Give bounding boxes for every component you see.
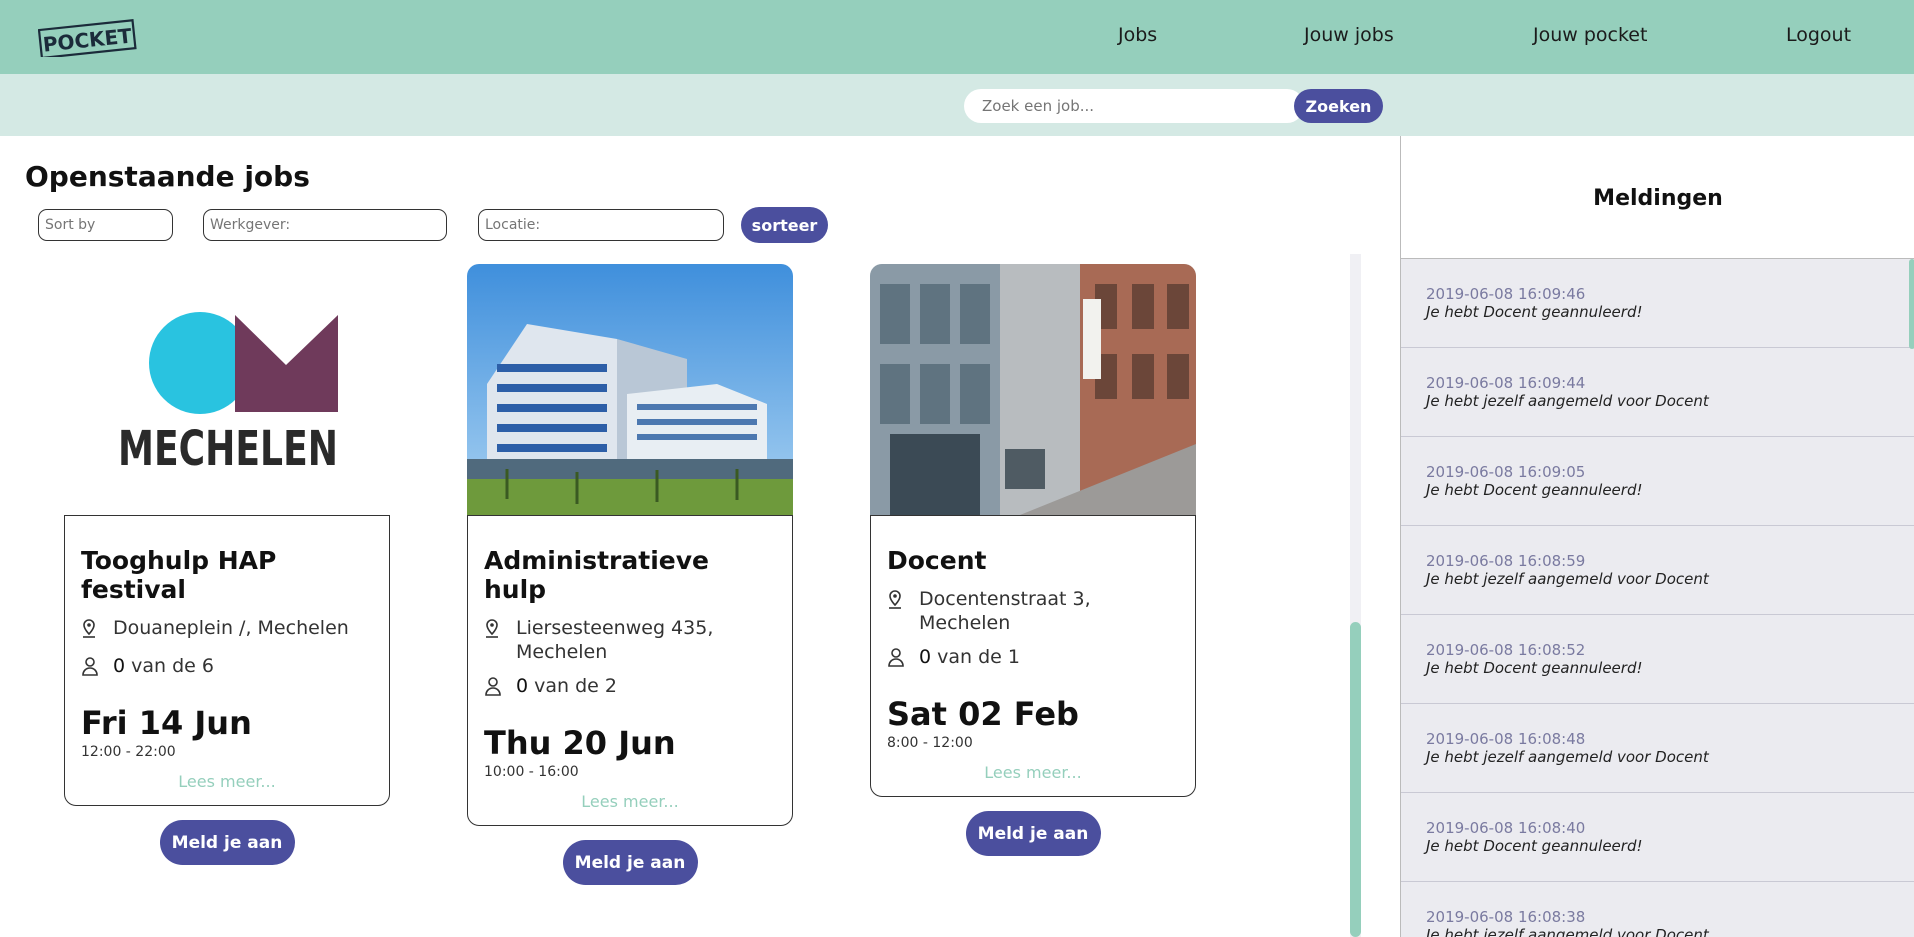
notification-item: 2019-06-08 16:08:48 Je hebt jezelf aange… xyxy=(1401,704,1914,793)
notification-item: 2019-06-08 16:09:44 Je hebt jezelf aange… xyxy=(1401,348,1914,437)
location-filter[interactable] xyxy=(478,209,724,241)
job-card: Administratieve hulp Liersesteenweg 435,… xyxy=(467,264,793,885)
person-icon xyxy=(81,654,113,682)
notification-item: 2019-06-08 16:08:38 Je hebt jezelf aange… xyxy=(1401,882,1914,937)
job-capacity: 0 van de 1 xyxy=(887,645,1179,673)
job-capacity-text: van de 1 xyxy=(937,646,1020,668)
job-time: 10:00 - 16:00 xyxy=(484,764,579,780)
job-image-school-street xyxy=(870,264,1196,515)
job-date: Fri 14 Jun xyxy=(81,704,252,742)
job-card: MECHELEN Tooghulp HAP festival Douaneple… xyxy=(64,264,390,865)
job-filled-count: 0 xyxy=(113,655,126,677)
apply-button[interactable]: Meld je aan xyxy=(159,820,295,865)
notification-text: Je hebt Docent geannuleerd! xyxy=(1426,303,1643,321)
job-image-office-building xyxy=(467,264,793,515)
job-card-body: Tooghulp HAP festival Douaneplein /, Mec… xyxy=(64,515,390,806)
read-more-link[interactable]: Lees meer... xyxy=(81,772,373,791)
top-navbar: POCKET Jobs Jouw jobs Jouw pocket Logout xyxy=(0,0,1914,74)
job-location: Douaneplein /, Mechelen xyxy=(81,616,373,644)
notification-text: Je hebt jezelf aangemeld voor Docent xyxy=(1426,392,1709,410)
page-title: Openstaande jobs xyxy=(25,160,310,193)
notification-time: 2019-06-08 16:08:59 xyxy=(1426,552,1586,570)
apply-button[interactable]: Meld je aan xyxy=(562,840,698,885)
notifications-scrollbar-thumb[interactable] xyxy=(1909,259,1914,349)
person-icon xyxy=(484,674,516,702)
job-card-body: Administratieve hulp Liersesteenweg 435,… xyxy=(467,515,793,826)
nav-jouw-jobs[interactable]: Jouw jobs xyxy=(1304,24,1394,46)
notifications-title: Meldingen xyxy=(1593,186,1723,211)
job-date: Sat 02 Feb xyxy=(887,695,1079,733)
job-time: 12:00 - 22:00 xyxy=(81,744,176,760)
job-card: Docent Docentenstraat 3, Mechelen 0 van … xyxy=(870,264,1196,856)
nav-logout[interactable]: Logout xyxy=(1786,24,1851,46)
notification-text: Je hebt Docent geannuleerd! xyxy=(1426,659,1643,677)
search-button[interactable]: Zoeken xyxy=(1294,89,1383,123)
job-card-body: Docent Docentenstraat 3, Mechelen 0 van … xyxy=(870,515,1196,797)
notifications-panel: Meldingen 2019-06-08 16:09:46 Je hebt Do… xyxy=(1400,136,1914,937)
notification-item: 2019-06-08 16:08:40 Je hebt Docent geann… xyxy=(1401,793,1914,882)
notification-time: 2019-06-08 16:08:48 xyxy=(1426,730,1586,748)
search-input[interactable] xyxy=(964,89,1304,123)
job-capacity: 0 van de 6 xyxy=(81,654,373,682)
notification-time: 2019-06-08 16:09:05 xyxy=(1426,463,1586,481)
read-more-link[interactable]: Lees meer... xyxy=(484,792,776,811)
job-location: Docentenstraat 3, Mechelen xyxy=(887,587,1179,635)
job-capacity: 0 van de 2 xyxy=(484,674,776,702)
notification-time: 2019-06-08 16:08:40 xyxy=(1426,819,1586,837)
notification-time: 2019-06-08 16:09:46 xyxy=(1426,285,1586,303)
job-location: Liersesteenweg 435, Mechelen xyxy=(484,616,776,664)
pocket-logo[interactable]: POCKET xyxy=(38,17,138,57)
notification-text: Je hebt jezelf aangemeld voor Docent xyxy=(1426,570,1709,588)
jobs-scrollbar-thumb[interactable] xyxy=(1350,622,1361,937)
person-icon xyxy=(887,645,919,673)
job-title: Docent xyxy=(887,546,987,575)
notification-item: 2019-06-08 16:08:52 Je hebt Docent geann… xyxy=(1401,615,1914,704)
job-filled-count: 0 xyxy=(919,646,932,668)
sort-by-field[interactable] xyxy=(38,209,173,241)
job-image-mechelen-logo: MECHELEN xyxy=(64,264,390,515)
sort-button[interactable]: sorteer xyxy=(741,207,828,243)
notification-text: Je hebt Docent geannuleerd! xyxy=(1426,481,1643,499)
job-address: Liersesteenweg 435, Mechelen xyxy=(516,617,714,663)
notification-item: 2019-06-08 16:09:05 Je hebt Docent geann… xyxy=(1401,437,1914,526)
notification-text: Je hebt jezelf aangemeld voor Docent xyxy=(1426,926,1709,937)
map-pin-icon xyxy=(887,587,919,615)
job-capacity-text: van de 6 xyxy=(131,655,214,677)
apply-button[interactable]: Meld je aan xyxy=(965,811,1101,856)
notification-text: Je hebt jezelf aangemeld voor Docent xyxy=(1426,748,1709,766)
notifications-list[interactable]: 2019-06-08 16:09:46 Je hebt Docent geann… xyxy=(1401,259,1914,937)
job-title: Administratieve hulp xyxy=(484,546,709,604)
notification-time: 2019-06-08 16:08:38 xyxy=(1426,908,1586,926)
nav-jobs[interactable]: Jobs xyxy=(1118,24,1157,46)
nav-jouw-pocket[interactable]: Jouw pocket xyxy=(1533,24,1647,46)
notification-item: 2019-06-08 16:08:59 Je hebt jezelf aange… xyxy=(1401,526,1914,615)
search-bar xyxy=(0,74,1914,136)
job-address: Docentenstraat 3, Mechelen xyxy=(919,588,1091,634)
map-pin-icon xyxy=(484,616,516,644)
notification-text: Je hebt Docent geannuleerd! xyxy=(1426,837,1643,855)
read-more-link[interactable]: Lees meer... xyxy=(887,763,1179,782)
job-time: 8:00 - 12:00 xyxy=(887,735,973,751)
job-date: Thu 20 Jun xyxy=(484,724,676,762)
employer-filter[interactable] xyxy=(203,209,447,241)
notification-item: 2019-06-08 16:09:46 Je hebt Docent geann… xyxy=(1401,259,1914,348)
map-pin-icon xyxy=(81,616,113,644)
notification-time: 2019-06-08 16:08:52 xyxy=(1426,641,1586,659)
job-address: Douaneplein /, Mechelen xyxy=(113,617,349,639)
job-capacity-text: van de 2 xyxy=(534,675,617,697)
notification-time: 2019-06-08 16:09:44 xyxy=(1426,374,1586,392)
job-title: Tooghulp HAP festival xyxy=(81,546,277,604)
mechelen-logo-text: MECHELEN xyxy=(118,421,338,477)
job-filled-count: 0 xyxy=(516,675,529,697)
